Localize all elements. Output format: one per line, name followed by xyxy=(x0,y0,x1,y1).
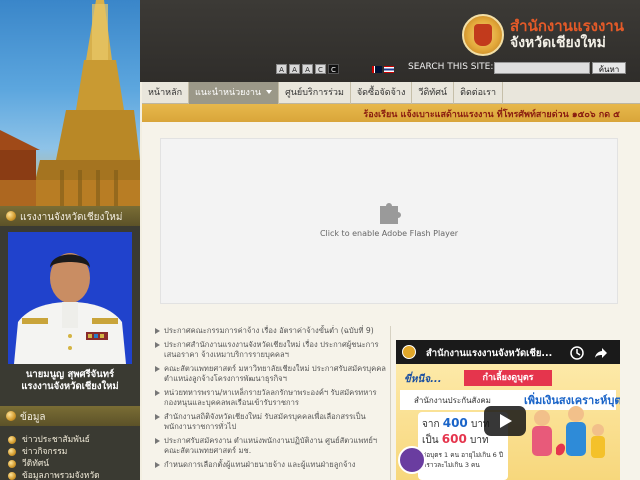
director-photo xyxy=(8,232,132,364)
flash-enable-message[interactable]: Click to enable Adobe Flash Player xyxy=(160,229,618,238)
marquee-text[interactable]: ร้องเรียน แจ้งเบาะแสด้านแรงงาน ที่โทรศัพ… xyxy=(363,107,620,121)
english-flag-icon[interactable] xyxy=(372,66,382,73)
thumbnail-condition-2: คราวละไม่เกิน 3 คน xyxy=(422,461,480,469)
video-title-bar: สำนักงานแรงงานจังหวัดเชีย... xyxy=(396,340,620,364)
sidebar-links: ข่าวประชาสัมพันธ์ ข่าวกิจกรรม วีดิทัศน์ … xyxy=(8,434,138,480)
nav-about-agency[interactable]: แนะนำหน่วยงาน xyxy=(189,82,280,104)
search-button[interactable]: ค้นหา xyxy=(592,62,626,74)
news-list: ประกาศคณะกรรมการค่าจ้าง เรื่อง อัตราค่าจ… xyxy=(152,326,386,474)
thumbnail-new-amount: เป็น 600 บาท xyxy=(422,432,489,448)
plugin-puzzle-icon xyxy=(380,203,401,224)
nav-procurement[interactable]: จัดซื้อจัดจ้าง xyxy=(351,82,413,104)
contrast-light-button[interactable]: C xyxy=(315,64,326,74)
bullet-icon xyxy=(6,211,16,221)
thumbnail-from-prefix: จาก xyxy=(422,419,440,430)
thumbnail-from-value: 400 xyxy=(442,416,468,430)
search-label: SEARCH THIS SITE: xyxy=(408,62,494,72)
social-security-logo xyxy=(398,446,426,474)
news-item[interactable]: ประกาศสำนักงานแรงงานจังหวัดเชียงใหม่ เรื… xyxy=(152,340,386,360)
news-item[interactable]: กำหนดการเลือกตั้งผู้แทนฝ่ายนายจ้าง และผู… xyxy=(152,460,386,470)
thumbnail-is-prefix: เป็น xyxy=(422,435,439,446)
nav-home[interactable]: หน้าหลัก xyxy=(142,82,190,104)
youtube-video-embed[interactable]: สำนักงานแรงงานจังหวัดเชีย... ขี่หนีจ... … xyxy=(396,340,620,480)
nav-video[interactable]: วีดิทัศน์ xyxy=(412,82,455,104)
thumbnail-condition-1: ต่อบุตร 1 คน อายุไม่เกิน 6 ปี xyxy=(422,451,503,459)
director-title: แรงงานจังหวัดเชียงใหม่ xyxy=(21,381,119,392)
contrast-dark-button[interactable]: C xyxy=(328,64,339,74)
director-section-title: แรงงานจังหวัดเชียงใหม่ xyxy=(20,212,123,223)
sidebar-item-activities[interactable]: ข่าวกิจกรรม xyxy=(8,446,138,458)
thumbnail-from-amount: จาก 400 บาท xyxy=(422,416,490,432)
thumbnail-subline: สำนักงานประกันสังคม xyxy=(414,396,491,405)
info-section-title: ข้อมูล xyxy=(20,412,46,423)
news-item[interactable]: คณะสัตวแพทยศาสตร์ มหาวิทยาลัยเชียงใหม่ ป… xyxy=(152,364,386,384)
font-size-medium-button[interactable]: A xyxy=(289,64,300,74)
video-thumbnail[interactable]: ขี่หนีจ... กำเลี้ยงดูบุตร สำนักงานประกัน… xyxy=(396,364,620,480)
thumbnail-topline: ขี่หนีจ... xyxy=(404,374,442,385)
news-item[interactable]: ประกาศคณะกรรมการค่าจ้าง เรื่อง อัตราค่าจ… xyxy=(152,326,386,336)
announcement-marquee: ร้องเรียน แจ้งเบาะแสด้านแรงงาน ที่โทรศัพ… xyxy=(142,104,640,122)
bullet-icon xyxy=(6,411,16,421)
watch-later-icon[interactable] xyxy=(570,346,584,360)
news-item[interactable]: หน่วยทหารพราน/หาเหล็กรายวัลลกรักษาพระองค… xyxy=(152,388,386,408)
video-title[interactable]: สำนักงานแรงงานจังหวัดเชีย... xyxy=(426,346,552,361)
nav-about-agency-label: แนะนำหน่วยงาน xyxy=(195,88,262,98)
chevron-down-icon xyxy=(266,90,273,94)
play-button[interactable] xyxy=(484,406,526,436)
share-icon[interactable] xyxy=(594,346,608,360)
thumbnail-badge: กำเลี้ยงดูบุตร xyxy=(464,370,552,386)
news-item[interactable]: สำนักงานสถิติจังหวัดเชียงใหม่ รับสมัครบุ… xyxy=(152,412,386,432)
org-seal-logo[interactable] xyxy=(462,14,504,56)
font-size-controls: A A A C C xyxy=(276,64,339,74)
font-size-small-button[interactable]: A xyxy=(276,64,287,74)
sidebar-item-news[interactable]: ข่าวประชาสัมพันธ์ xyxy=(8,434,138,446)
column-divider xyxy=(390,326,391,480)
sidebar-item-videos[interactable]: วีดิทัศน์ xyxy=(8,458,138,470)
family-illustration xyxy=(532,406,605,458)
font-size-large-button[interactable]: A xyxy=(302,64,313,74)
nav-contact[interactable]: ติดต่อเรา xyxy=(454,82,503,104)
main-navigation: หน้าหลัก แนะนำหน่วยงาน ศูนย์บริการร่วม จ… xyxy=(142,82,640,104)
nav-service-center[interactable]: ศูนย์บริการร่วม xyxy=(279,82,351,104)
info-section-header: ข้อมูล xyxy=(0,406,140,426)
director-section-header: แรงงานจังหวัดเชียงใหม่ xyxy=(0,206,140,226)
sidebar-item-province-overview[interactable]: ข้อมูลภาพรวมจังหวัด xyxy=(8,470,138,480)
search-input[interactable] xyxy=(494,62,590,74)
thai-flag-icon[interactable] xyxy=(384,66,394,73)
thumbnail-is-value: 600 xyxy=(441,432,467,446)
news-item[interactable]: ประกาศรับสมัครงาน ตำแหน่งพนักงานปฏิบัติง… xyxy=(152,436,386,456)
thumbnail-is-suffix: บาท xyxy=(470,435,489,446)
temple-banner-image xyxy=(0,0,140,212)
org-province: จังหวัดเชียงใหม่ xyxy=(510,35,606,51)
channel-avatar-icon[interactable] xyxy=(402,345,416,359)
